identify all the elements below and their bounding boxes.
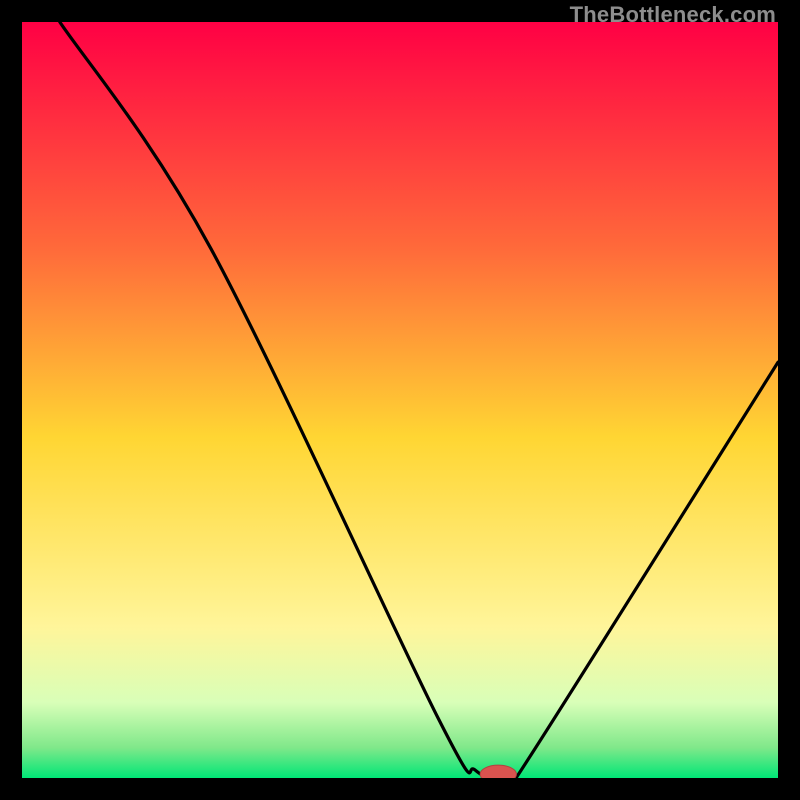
chart-svg <box>22 22 778 778</box>
plot-area <box>22 22 778 778</box>
gradient-background <box>22 22 778 778</box>
watermark-text: TheBottleneck.com <box>570 2 776 28</box>
chart-frame: TheBottleneck.com <box>0 0 800 800</box>
